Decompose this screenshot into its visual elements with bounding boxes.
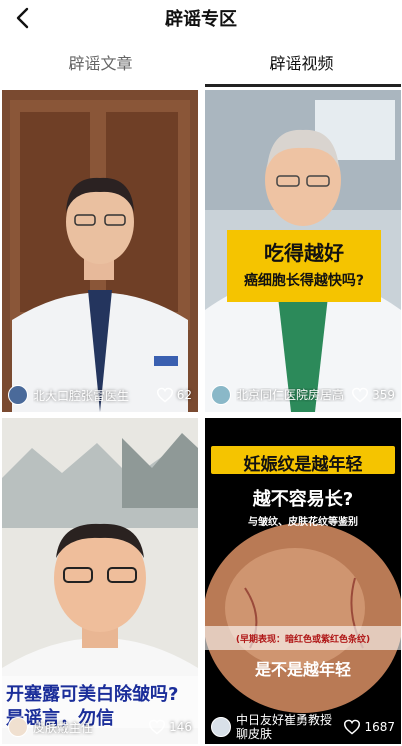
video-footer: 皮肤戴主任 146 (2, 710, 198, 744)
video-footer: 北大口腔张雷医生 62 (2, 378, 198, 412)
author-name: 皮肤戴主任 (33, 720, 94, 735)
author-name: 北大口腔张雷医生 (33, 388, 130, 403)
avatar (211, 717, 231, 737)
author-name: 北京同仁医院房居高 (236, 388, 345, 402)
video-footer: 北京同仁医院房居高 359 (205, 378, 401, 412)
video-card[interactable]: 北大口腔张雷医生 62 (2, 90, 198, 412)
avatar (8, 385, 28, 405)
video-caption: (早期表现：暗红色或紫红色条纹) (235, 635, 371, 645)
heart-icon (344, 719, 361, 735)
heart-icon (156, 387, 173, 403)
video-caption: 是不是越年轻 (254, 660, 351, 679)
video-caption: 妊娠纹是越年轻 (243, 455, 363, 475)
video-thumbnail (2, 90, 198, 412)
video-grid: 北大口腔张雷医生 62 吃得越好 癌细胞长得越快吗? 北京同仁医院房居高 359… (0, 88, 402, 746)
video-caption: 开塞露可美白除皱吗? (6, 684, 179, 705)
tab-bar: 辟谣文章 辟谣视频 (0, 46, 402, 87)
video-footer: 中日友好崔勇教授聊皮肤 1687 (205, 710, 401, 744)
video-card[interactable]: 妊娠纹是越年轻 越不容易长? 与皱纹、皮肤花纹等鉴别 (早期表现：暗红色或紫红色… (205, 418, 401, 744)
video-caption: 癌细胞长得越快吗? (243, 273, 365, 289)
heart-icon (352, 387, 369, 403)
tab-videos[interactable]: 辟谣视频 (201, 46, 402, 86)
like-button[interactable]: 1687 (343, 719, 395, 735)
tab-active-indicator (205, 84, 401, 87)
avatar (211, 385, 231, 405)
like-count: 359 (372, 388, 395, 402)
tab-articles[interactable]: 辟谣文章 (0, 46, 201, 86)
like-button[interactable]: 62 (156, 387, 192, 403)
author-name: 中日友好崔勇教授聊皮肤 (236, 713, 333, 741)
like-count: 146 (169, 720, 192, 734)
video-card[interactable]: 吃得越好 癌细胞长得越快吗? 北京同仁医院房居高 359 (205, 90, 401, 412)
header-bar: 辟谣专区 (0, 0, 402, 34)
like-button[interactable]: 359 (351, 387, 395, 403)
like-count: 1687 (364, 720, 395, 734)
video-card[interactable]: 开塞露可美白除皱吗? 是谣言，勿信 皮肤戴主任 146 (2, 418, 198, 744)
heart-icon (149, 719, 166, 735)
like-count: 62 (176, 388, 192, 402)
page-title: 辟谣专区 (165, 9, 237, 30)
video-caption: 与皱纹、皮肤花纹等鉴别 (248, 517, 358, 528)
video-caption: 越不容易长? (252, 489, 354, 510)
like-button[interactable]: 146 (148, 719, 192, 735)
video-caption: 吃得越好 (264, 241, 344, 265)
avatar (8, 717, 28, 737)
